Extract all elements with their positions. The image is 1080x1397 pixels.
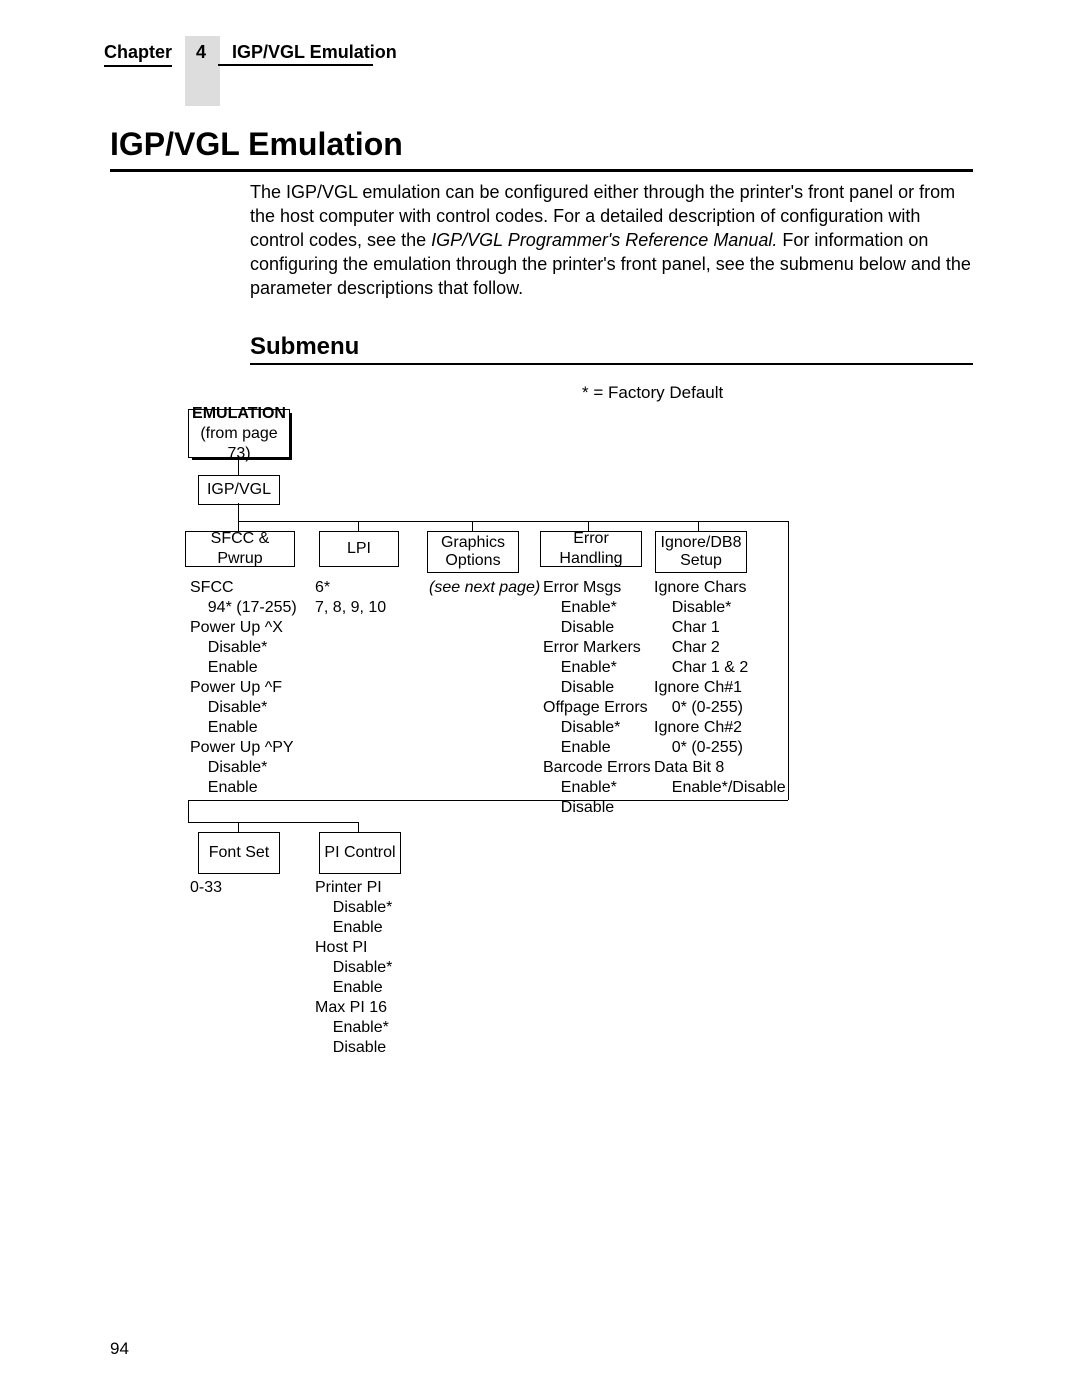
page-title: IGP/VGL Emulation [110,126,973,172]
graphics-options-box: Graphics Options [427,531,519,573]
error-handling-label: Error Handling [541,529,641,569]
connector-line [788,521,789,800]
header-title: IGP/VGL Emulation [232,42,397,63]
connector-line [188,800,189,822]
connector-line [698,521,699,531]
graphics-options-note: (see next page) [429,578,540,598]
chapter-label: Chapter [104,42,172,67]
emulation-box-sub: (from page 73) [189,424,289,464]
ignore-db8-label-2: Setup [656,552,746,570]
error-handling-box: Error Handling [540,531,642,567]
emulation-box: EMULATION (from page 73) [188,409,290,458]
ignore-db8-options: Ignore Chars Disable* Char 1 Char 2 Char… [654,578,786,798]
page-header: Chapter 4 IGP/VGL Emulation [0,36,1080,106]
page-number: 94 [110,1339,129,1359]
intro-paragraph: The IGP/VGL emulation can be configured … [250,180,973,300]
error-handling-options: Error Msgs Enable* Disable Error Markers… [543,578,651,818]
submenu-heading: Submenu [250,333,973,365]
pi-control-box: PI Control [319,832,401,874]
sfcc-pwrup-box: SFCC & Pwrup [185,531,295,567]
lpi-options: 6* 7, 8, 9, 10 [315,578,386,618]
connector-line [358,521,359,531]
graphics-label-2: Options [428,552,518,570]
font-set-label: Font Set [199,843,279,863]
intro-text-italic: IGP/VGL Programmer's Reference Manual. [431,230,777,250]
chapter-number: 4 [196,42,206,63]
pi-control-options: Printer PI Disable* Enable Host PI Disab… [315,878,392,1058]
header-rule [218,64,373,66]
font-set-box: Font Set [198,832,280,874]
connector-line [238,822,239,832]
lpi-box: LPI [319,531,399,567]
igp-vgl-label: IGP/VGL [199,480,279,500]
connector-line [188,800,788,801]
ignore-db8-label-1: Ignore/DB8 [656,534,746,552]
connector-line [188,822,358,823]
emulation-box-title: EMULATION [189,404,289,424]
connector-line [238,460,239,475]
ignore-db8-box: Ignore/DB8 Setup [655,531,747,573]
factory-default-legend: * = Factory Default [582,383,723,403]
sfcc-pwrup-label: SFCC & Pwrup [186,529,294,569]
connector-line [358,822,359,832]
lpi-label: LPI [320,539,398,559]
igp-vgl-box: IGP/VGL [198,475,280,505]
graphics-label-1: Graphics [428,534,518,552]
connector-line [472,521,473,531]
font-set-options: 0-33 [190,878,222,898]
connector-line [238,503,239,521]
pi-control-label: PI Control [320,843,400,863]
sfcc-options: SFCC 94* (17-255) Power Up ^X Disable* E… [190,578,297,798]
connector-line [238,521,788,522]
